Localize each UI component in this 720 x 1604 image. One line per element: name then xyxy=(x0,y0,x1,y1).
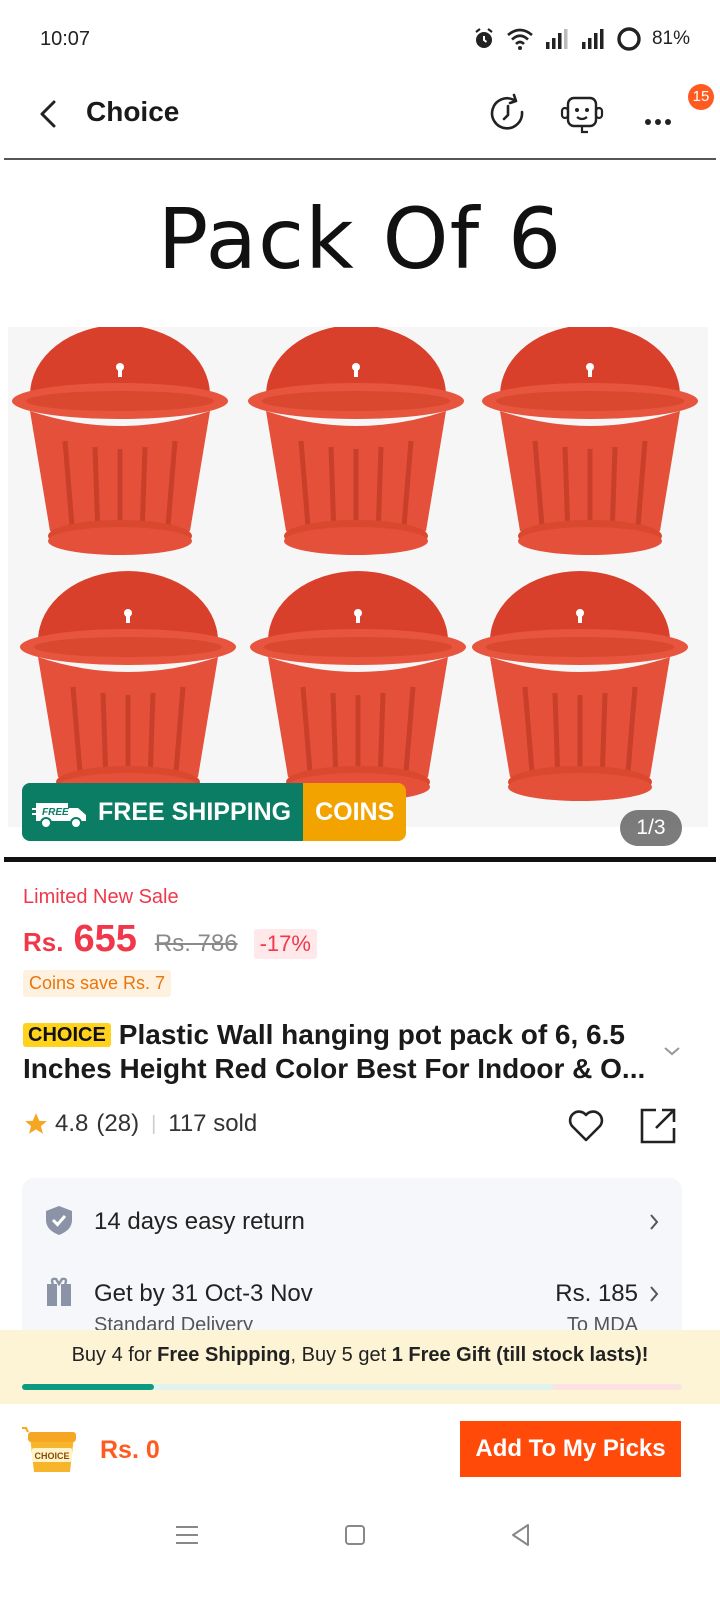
wifi-icon xyxy=(507,28,533,50)
header-divider xyxy=(4,158,716,160)
sold-count: 117 sold xyxy=(168,1110,258,1137)
image-heading: Pack Of 6 xyxy=(157,190,563,288)
delivery-price: Rs. 185 xyxy=(555,1280,638,1307)
rating-value: 4.8 xyxy=(55,1110,89,1137)
review-count: (28) xyxy=(96,1110,140,1137)
status-time: 10:07 xyxy=(40,28,91,50)
choice-cart-icon[interactable]: CHOICE xyxy=(22,1424,80,1478)
message-bold: Free Shipping xyxy=(157,1344,291,1366)
system-nav-bar xyxy=(0,1504,720,1604)
support-icon[interactable] xyxy=(560,92,604,136)
chevron-right-icon xyxy=(650,1286,659,1302)
coins-save-badge: Coins save Rs. 7 xyxy=(23,970,172,997)
coins-label: COINS xyxy=(315,797,395,826)
free-shipping-banner: Buy 4 for Free Shipping, Buy 5 get 1 Fre… xyxy=(0,1330,720,1404)
promo-banner: FREE FREE SHIPPING COINS xyxy=(22,783,407,841)
menu-icon[interactable] xyxy=(172,1520,202,1550)
heart-icon[interactable] xyxy=(566,1106,606,1144)
chevron-right-icon xyxy=(650,1214,659,1230)
gift-progress-segment xyxy=(552,1384,682,1390)
message-bold: 1 Free Gift (till stock lasts)! xyxy=(391,1344,649,1366)
package-icon xyxy=(47,1277,71,1306)
truck-icon: FREE xyxy=(32,803,86,829)
page-title: Choice xyxy=(86,96,180,127)
chevron-down-icon[interactable] xyxy=(662,1044,682,1058)
price-row: Rs. 655 Rs. 786 -17% xyxy=(23,918,317,961)
free-shipping-tag: FREE FREE SHIPPING xyxy=(22,783,304,841)
notification-badge: 15 xyxy=(688,84,714,110)
message-part: Buy 4 for xyxy=(71,1344,158,1366)
picks-total: Rs. 0 xyxy=(100,1436,160,1464)
battery-icon xyxy=(617,27,641,51)
signal-icon xyxy=(545,29,568,49)
service-info-card: 14 days easy return Get by 31 Oct-3 Nov … xyxy=(22,1178,682,1338)
battery-level: 81% xyxy=(651,28,690,49)
truck-label: FREE xyxy=(42,807,69,818)
pots-illustration xyxy=(8,327,708,827)
signal-icon xyxy=(581,29,604,49)
alarm-icon xyxy=(475,28,493,48)
more-icon[interactable] xyxy=(636,92,680,136)
return-policy-text: 14 days easy return xyxy=(94,1208,305,1235)
back-icon[interactable] xyxy=(32,94,68,134)
separator: | xyxy=(151,1112,157,1135)
star-icon xyxy=(25,1113,47,1134)
add-to-picks-button[interactable]: Add To My Picks xyxy=(460,1421,681,1477)
image-divider xyxy=(4,857,716,862)
back-nav-icon[interactable] xyxy=(506,1520,536,1550)
free-shipping-message: Buy 4 for Free Shipping, Buy 5 get 1 Fre… xyxy=(0,1344,720,1367)
top-nav: Choice 15 xyxy=(0,80,720,160)
delivery-date: Get by 31 Oct-3 Nov xyxy=(94,1280,313,1307)
sale-label: Limited New Sale xyxy=(23,886,179,908)
coins-tag: COINS xyxy=(303,783,407,841)
rating-row[interactable]: 4.8 (28) | 117 sold xyxy=(23,1110,257,1138)
share-icon[interactable] xyxy=(638,1106,678,1146)
free-shipping-label: FREE SHIPPING xyxy=(98,797,292,826)
status-bar: 10:07 81% xyxy=(0,0,720,80)
cart-label: CHOICE xyxy=(34,1451,69,1461)
bottom-action-bar: CHOICE Rs. 0 Add To My Picks xyxy=(0,1404,720,1504)
status-icons: 81% xyxy=(472,26,690,52)
message-part: , Buy 5 get xyxy=(290,1344,392,1366)
shield-check-icon xyxy=(46,1206,72,1235)
shipping-progress-fill xyxy=(22,1384,154,1390)
discount-badge: -17% xyxy=(253,929,317,959)
shipping-progress-bar xyxy=(22,1384,682,1390)
image-page-indicator: 1/3 xyxy=(620,810,682,846)
choice-badge: CHOICE xyxy=(23,1023,111,1047)
product-title[interactable]: CHOICE Plastic Wall hanging pot pack of 6… xyxy=(23,1018,653,1086)
original-price: Rs. 786 xyxy=(154,930,238,957)
product-image[interactable]: Pack Of 6 FREE FREE SHIPPING COINS 1/3 xyxy=(4,162,716,857)
current-price: 655 xyxy=(73,918,137,960)
price-currency: Rs. xyxy=(23,927,64,957)
return-policy-row[interactable]: 14 days easy return xyxy=(22,1186,682,1246)
product-title-text: Plastic Wall hanging pot pack of 6, 6.5 … xyxy=(23,1019,646,1084)
history-icon[interactable] xyxy=(486,92,530,136)
home-icon[interactable] xyxy=(340,1520,370,1550)
